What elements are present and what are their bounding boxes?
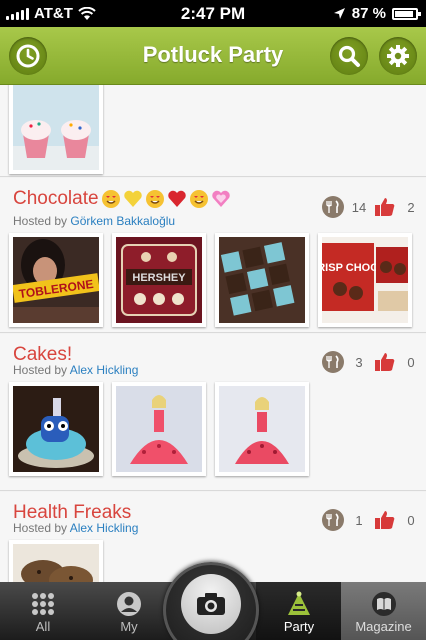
host-name-link[interactable]: Görkem Bakkaloğlu (70, 214, 175, 228)
photo-thumbnail[interactable] (215, 382, 309, 476)
yellow-heart-icon (123, 190, 142, 207)
thumbs-up-icon[interactable] (374, 351, 396, 373)
emoji-row (101, 189, 231, 209)
party-card-chocolate[interactable]: Chocolate Hosted by Görkem Bakkaloğlu 14… (0, 178, 426, 333)
hosted-by-line: Hosted by Görkem Bakkaloğlu (13, 214, 175, 228)
party-stats: 14 2 (322, 196, 426, 218)
doll-cake-photo (116, 386, 202, 472)
photo-strip: TOBLERONE HERSHEY ISP CHOCO (9, 233, 412, 327)
status-right: 87 % (333, 5, 421, 22)
party-stats: 1 0 (322, 509, 426, 531)
cupcakes-photo (13, 85, 99, 170)
owl-cake-photo (13, 386, 99, 472)
tab-label: Party (283, 619, 315, 634)
photo-strip (9, 540, 103, 582)
photo-thumbnail[interactable]: CRISP CHOCO (318, 233, 412, 327)
settings-button[interactable] (379, 37, 417, 75)
location-arrow-icon (333, 8, 345, 19)
doll-cake-photo (219, 386, 305, 472)
host-name-link[interactable]: Alex Hickling (70, 521, 139, 535)
thumbs-up-icon[interactable] (374, 196, 396, 218)
party-title[interactable]: Chocolate (13, 188, 231, 210)
photo-thumbnail[interactable]: HERSHEY (112, 233, 206, 327)
party-feed[interactable]: Chocolate Hosted by Görkem Bakkaloğlu 14… (0, 85, 426, 582)
camera-icon (197, 593, 225, 615)
tab-all[interactable]: All (0, 582, 86, 640)
photo-thumbnail[interactable] (112, 382, 206, 476)
hosted-by-line: Hosted by Alex Hickling (13, 363, 138, 377)
tab-label: My (120, 619, 138, 634)
fork-knife-icon[interactable] (322, 351, 344, 373)
fork-count: 1 (355, 512, 363, 528)
party-icon (288, 591, 310, 615)
grid-icon (32, 593, 54, 615)
host-name-link[interactable]: Alex Hickling (70, 363, 139, 377)
gear-icon (387, 45, 409, 67)
photo-thumbnail[interactable]: TOBLERONE (9, 233, 103, 327)
letter-chocolates-photo (219, 237, 305, 323)
app-screen: AT&T 2:47 PM 87 % Potluck Party Chocolat… (0, 0, 426, 640)
battery-icon (392, 7, 421, 20)
sparkling-heart-icon (211, 190, 230, 207)
heart-eyes-emoji-icon (101, 190, 120, 208)
heart-eyes-emoji-icon (189, 190, 208, 208)
hershey-tin-photo: HERSHEY (116, 237, 202, 323)
fork-knife-icon[interactable] (322, 509, 344, 531)
heart-eyes-emoji-icon (145, 190, 164, 208)
crisp-choco-photo: CRISP CHOCO (322, 237, 408, 323)
fork-knife-icon[interactable] (322, 196, 344, 218)
book-icon (371, 592, 396, 616)
cookies-photo (13, 544, 99, 582)
hosted-by-label: Hosted by (13, 521, 68, 535)
status-bar: AT&T 2:47 PM 87 % (0, 0, 426, 27)
tab-magazine[interactable]: Magazine (341, 582, 426, 640)
search-button[interactable] (330, 37, 368, 75)
toblerone-photo: TOBLERONE (13, 237, 99, 323)
photo-strip (9, 85, 103, 174)
red-heart-icon (167, 190, 186, 207)
camera-button-face (181, 574, 241, 634)
tab-my[interactable]: My (86, 582, 172, 640)
like-count: 0 (407, 512, 415, 528)
hosted-by-label: Hosted by (13, 363, 68, 377)
fork-count: 14 (351, 199, 367, 215)
tab-label: All (35, 619, 51, 634)
like-count: 2 (407, 199, 415, 215)
party-card-cakes[interactable]: Cakes! Hosted by Alex Hickling 3 0 (0, 334, 426, 491)
photo-thumbnail[interactable] (215, 233, 309, 327)
tab-label: Magazine (355, 619, 412, 634)
hershey-text: HERSHEY (132, 272, 186, 284)
nav-bar: Potluck Party (0, 27, 426, 85)
thumbs-up-icon[interactable] (374, 509, 396, 531)
photo-strip (9, 382, 309, 476)
tab-party[interactable]: Party (256, 582, 342, 640)
battery-percent: 87 % (351, 5, 386, 22)
fork-count: 3 (355, 354, 363, 370)
photo-thumbnail[interactable] (9, 540, 103, 582)
hosted-by-line: Hosted by Alex Hickling (13, 521, 138, 535)
party-card-partial[interactable] (0, 85, 426, 177)
party-title-text: Chocolate (13, 188, 99, 209)
hosted-by-label: Hosted by (13, 214, 68, 228)
photo-thumbnail[interactable] (9, 85, 103, 174)
party-stats: 3 0 (322, 351, 426, 373)
person-icon (117, 592, 141, 616)
photo-thumbnail[interactable] (9, 382, 103, 476)
search-icon (338, 45, 360, 67)
like-count: 0 (407, 354, 415, 370)
